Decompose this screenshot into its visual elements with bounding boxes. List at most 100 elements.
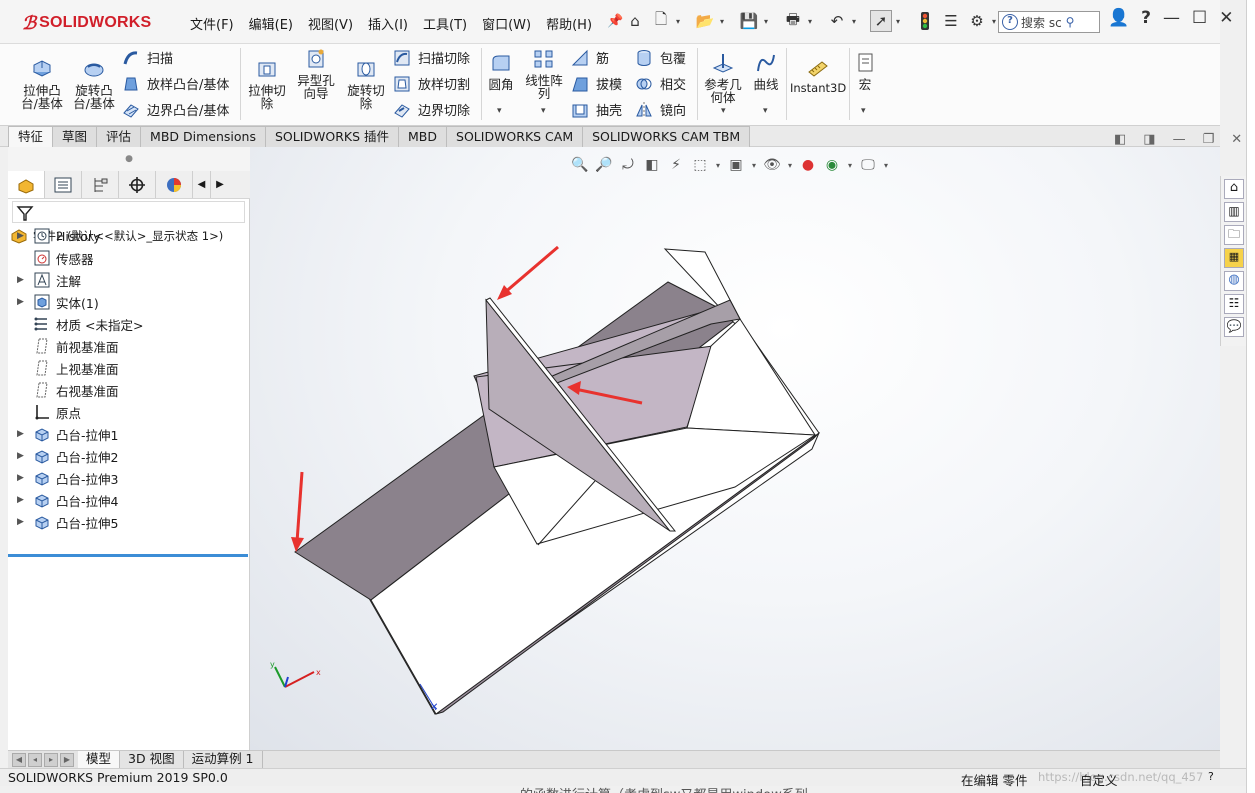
doc-minimize-icon[interactable]: — xyxy=(1173,132,1186,147)
chevron-down-icon[interactable]: ▾ xyxy=(676,17,684,26)
chevron-down-icon[interactable]: ▾ xyxy=(852,17,860,26)
print-icon[interactable]: 🖶 xyxy=(782,10,804,32)
swept-cut-button[interactable]: 扫描切除 xyxy=(393,48,470,67)
select-cursor-icon[interactable]: ➚ xyxy=(870,10,892,32)
extrude-boss-button[interactable]: 拉伸凸 台/基体 xyxy=(18,58,66,110)
custom-properties-icon[interactable]: ☷ xyxy=(1224,294,1244,314)
doc-restore-icon[interactable]: ❐ xyxy=(1203,132,1215,147)
menu-file[interactable]: 文件(F) xyxy=(190,14,234,33)
reference-geometry-dropdown-icon[interactable]: ▾ xyxy=(721,106,726,116)
tree-filter-field[interactable] xyxy=(12,201,245,223)
home-icon[interactable]: ⌂ xyxy=(624,10,646,32)
mirror-button[interactable]: 镜向 xyxy=(635,100,686,119)
file-explorer-icon[interactable]: 🗀 xyxy=(1224,225,1244,245)
last-tab-icon[interactable]: ▶ xyxy=(60,752,74,767)
filter-funnel-icon[interactable] xyxy=(16,204,34,222)
tab-solidworks-cam-tbm[interactable]: SOLIDWORKS CAM TBM xyxy=(582,126,751,147)
expand-arrow-icon[interactable]: ▶ xyxy=(17,231,27,241)
linear-pattern-button[interactable]: 线性阵 列 xyxy=(522,48,566,100)
configuration-manager-tab-icon[interactable] xyxy=(82,171,119,198)
solidworks-resources-icon[interactable]: ⌂ xyxy=(1224,179,1244,199)
prev-tab-icon[interactable]: ◂ xyxy=(28,752,42,767)
tab-solidworks-cam[interactable]: SOLIDWORKS CAM xyxy=(446,126,584,147)
property-manager-tab-icon[interactable] xyxy=(45,171,82,198)
fillet-button[interactable]: 圆角 xyxy=(484,52,518,91)
extrude-cut-button[interactable]: 拉伸切 除 xyxy=(244,58,290,110)
chevron-down-icon[interactable]: ▾ xyxy=(882,155,890,175)
maximize-icon[interactable]: ☐ xyxy=(1192,8,1207,28)
tab-solidworks-addins[interactable]: SOLIDWORKS 插件 xyxy=(264,126,400,147)
expand-arrow-icon[interactable]: ▶ xyxy=(17,429,27,439)
tab-evaluate[interactable]: 评估 xyxy=(96,126,142,147)
tab-sketch[interactable]: 草图 xyxy=(52,126,98,147)
zoom-to-area-icon[interactable]: 🔎 xyxy=(594,155,614,175)
graphics-area[interactable]: ✕ x y xyxy=(250,147,1220,750)
help-button[interactable]: ? xyxy=(1141,8,1151,28)
status-help-icon[interactable]: ? xyxy=(1208,770,1214,783)
undo-icon[interactable]: ↶ xyxy=(826,10,848,32)
draft-button[interactable]: 拔模 xyxy=(571,74,622,93)
search-box[interactable]: ? 搜索 sc ⚲ xyxy=(998,11,1100,33)
tree-item[interactable]: 上视基准面 xyxy=(8,357,119,379)
apply-scene-icon[interactable]: ◉ xyxy=(822,155,842,175)
zoom-to-fit-icon[interactable]: 🔍 xyxy=(570,155,590,175)
tab-motion-study[interactable]: 运动算例 1 xyxy=(184,751,263,768)
open-icon[interactable]: 📂 xyxy=(694,10,716,32)
tree-item[interactable]: 右视基准面 xyxy=(8,379,119,401)
chevron-down-icon[interactable]: ▾ xyxy=(786,155,794,175)
forum-icon[interactable]: 💬 xyxy=(1224,317,1244,337)
dynamic-annotation-icon[interactable]: ⚡ xyxy=(666,155,686,175)
view-triad[interactable]: x y xyxy=(270,660,321,688)
tree-item[interactable]: ▶ 实体(1) xyxy=(8,291,99,313)
solidworks-logo[interactable]: ℬ SOLIDWORKS xyxy=(22,10,151,36)
custom-units-text[interactable]: 自定义 xyxy=(1080,770,1118,789)
tree-item[interactable]: 原点 xyxy=(8,401,81,423)
minimize-icon[interactable]: — xyxy=(1163,8,1180,28)
macro-button[interactable]: 宏 xyxy=(852,52,878,91)
menu-edit[interactable]: 编辑(E) xyxy=(249,14,293,33)
close-icon[interactable]: ✕ xyxy=(1219,8,1233,28)
fillet-dropdown-icon[interactable]: ▾ xyxy=(497,106,502,116)
reference-geometry-button[interactable]: 参考几 何体 xyxy=(701,52,745,104)
pattern-dropdown-icon[interactable]: ▾ xyxy=(541,106,546,116)
tab-scroll-left-icon[interactable]: ◀ xyxy=(193,171,211,198)
curves-dropdown-icon[interactable]: ▾ xyxy=(763,106,768,116)
lofted-cut-button[interactable]: 放样切割 xyxy=(393,74,470,93)
revolve-boss-button[interactable]: 旋转凸 台/基体 xyxy=(70,58,118,110)
chevron-down-icon[interactable]: ▾ xyxy=(846,155,854,175)
expand-arrow-icon[interactable]: ▶ xyxy=(17,275,27,285)
expand-arrow-icon[interactable]: ▶ xyxy=(17,451,27,461)
tree-item[interactable]: ▶ 凸台-拉伸3 xyxy=(8,467,118,489)
view-orientation-icon[interactable]: ⬚ xyxy=(690,155,710,175)
tree-item[interactable]: 材质 <未指定> xyxy=(8,313,143,335)
file-properties-icon[interactable]: ☰ xyxy=(940,10,962,32)
curves-button[interactable]: 曲线 xyxy=(749,52,783,91)
boundary-boss-button[interactable]: 边界凸台/基体 xyxy=(122,100,229,119)
pin-icon[interactable]: 📌 xyxy=(607,14,623,33)
rollback-bar[interactable] xyxy=(8,554,248,557)
tree-item[interactable]: ▶ 凸台-拉伸5 xyxy=(8,511,118,533)
menu-view[interactable]: 视图(V) xyxy=(308,14,353,33)
tree-item[interactable]: ▶ 注解 xyxy=(8,269,81,291)
expand-arrow-icon[interactable]: ▶ xyxy=(17,495,27,505)
section-view-icon[interactable]: ◧ xyxy=(642,155,662,175)
tree-item[interactable]: ▶ History xyxy=(8,225,100,247)
first-tab-icon[interactable]: ◀ xyxy=(12,752,26,767)
shell-button[interactable]: 抽壳 xyxy=(571,100,622,119)
view-settings-icon[interactable]: 🖵 xyxy=(858,155,878,175)
tree-item[interactable]: 传感器 xyxy=(8,247,94,269)
design-library-icon[interactable]: ▥ xyxy=(1224,202,1244,222)
menu-window[interactable]: 窗口(W) xyxy=(482,14,531,33)
model-viewport[interactable]: ✕ x y xyxy=(250,147,1220,750)
feature-manager-tab-icon[interactable] xyxy=(8,171,45,198)
tab-mbd[interactable]: MBD xyxy=(398,126,448,147)
previous-view-icon[interactable]: ⤾ xyxy=(618,155,638,175)
view-palette-icon[interactable]: ▦ xyxy=(1224,248,1244,268)
revolve-cut-button[interactable]: 旋转切 除 xyxy=(343,58,389,110)
search-icon[interactable]: ⚲ xyxy=(1066,15,1075,29)
tab-3d-views[interactable]: 3D 视图 xyxy=(120,751,184,768)
intersect-button[interactable]: 相交 xyxy=(635,74,686,93)
instant3d-button[interactable]: Instant3D xyxy=(790,56,846,95)
dimxpert-tab-icon[interactable] xyxy=(119,171,156,198)
wrap-button[interactable]: 包覆 xyxy=(635,48,686,67)
